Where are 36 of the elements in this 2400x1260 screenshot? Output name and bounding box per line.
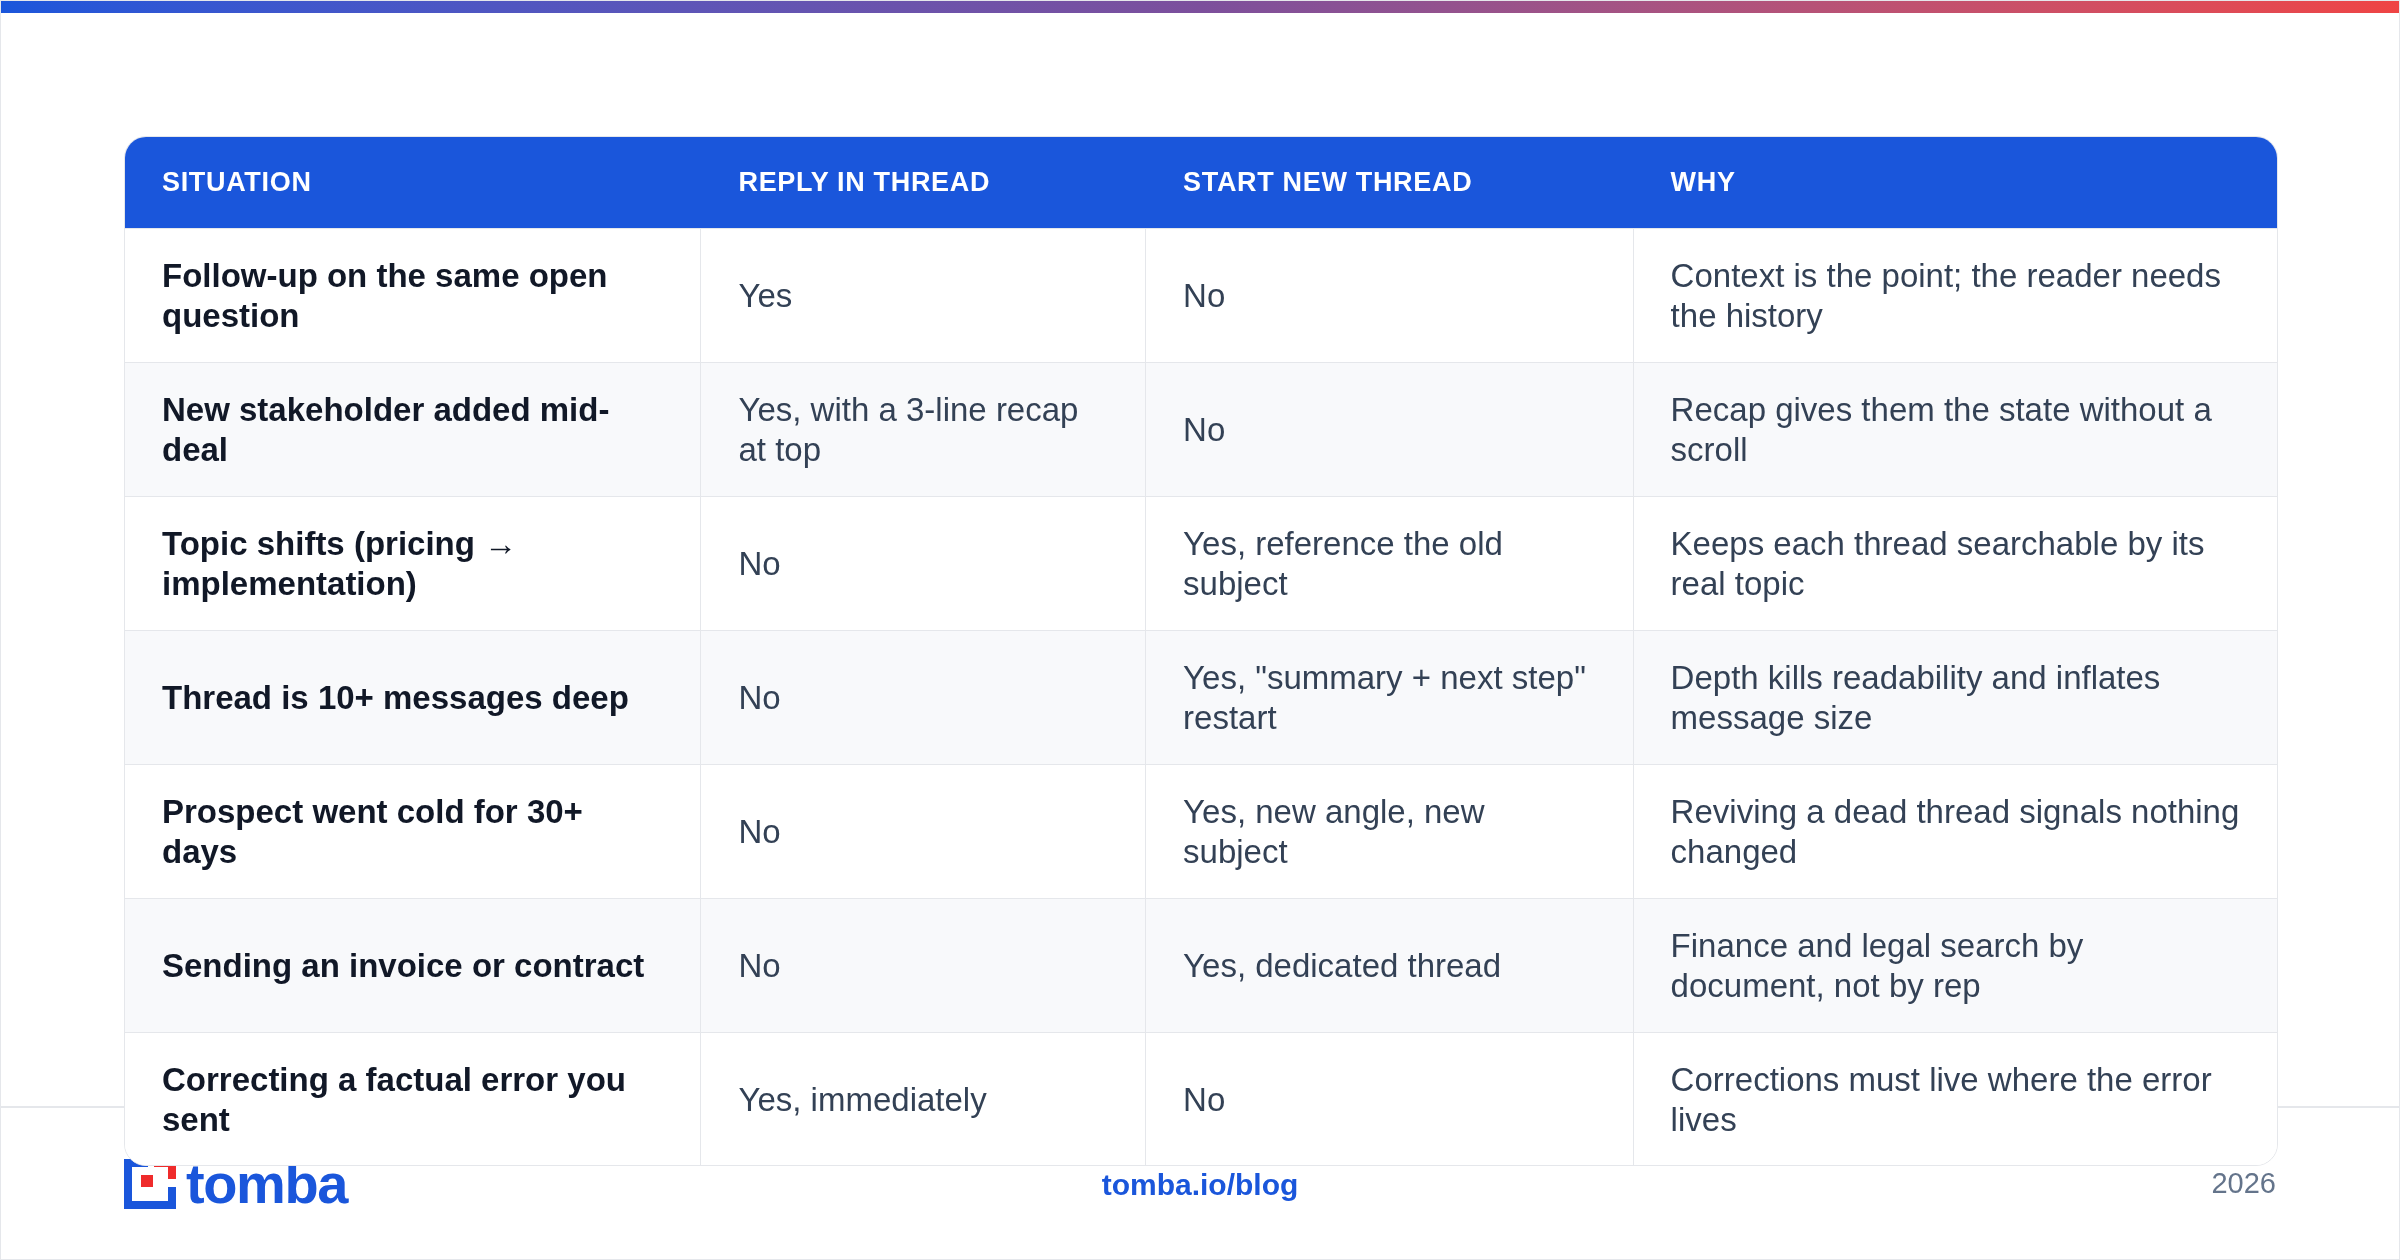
table-cell-text: Finance and legal search by document, not by rep: [1670, 925, 2085, 1006]
table-cell-text: Topic shifts (pricing → implementation): [162, 523, 519, 604]
table-cell: No: [738, 811, 781, 852]
table-cell: No: [738, 677, 781, 718]
table-cell-text: Depth kills readability and inflates message size: [1670, 657, 2162, 738]
column-header: SITUATION: [162, 167, 312, 198]
table-cell: Sending an invoice or contract: [162, 945, 645, 986]
table-cell-text: Follow-up on the same open question: [162, 255, 609, 336]
table-cell: Yes: [738, 275, 793, 316]
column-header: START NEW THREAD: [1183, 167, 1473, 198]
table-cell: Reviving a dead thread signals nothing changed: [1670, 791, 2240, 872]
column-header: WHY: [1670, 167, 1736, 198]
table-cell-text: Yes, reference the old subject: [1183, 523, 1504, 604]
table-cell-text: Corrections must live where the error lives: [1670, 1059, 2213, 1140]
table-cell: No: [1183, 275, 1226, 316]
table-cell: No: [1183, 409, 1226, 450]
table-cell: Yes, immediately: [738, 1079, 987, 1120]
table-cell-text: Yes, "summary + next step" restart: [1183, 657, 1587, 738]
year-text: 2026: [2211, 1166, 2276, 1202]
table-cell: Yes, dedicated thread: [1183, 945, 1502, 986]
table-cell-text: Prospect went cold for 30+ days: [162, 791, 584, 872]
table-cell-text: New stakeholder added mid-deal: [162, 389, 611, 470]
table-cell: No: [738, 945, 781, 986]
blog-link[interactable]: tomba.io/blog: [1101, 1161, 1299, 1207]
table-cell: Thread is 10+ messages deep: [162, 677, 629, 718]
table-cell: No: [738, 543, 781, 584]
logo-text: tomba: [186, 1156, 347, 1212]
table-cell-text: Yes, with a 3-line recap at top: [738, 389, 1080, 470]
table-cell: No: [1183, 1079, 1226, 1120]
table-cell-text: Recap gives them the state without a scroll: [1670, 389, 2213, 470]
column-header: REPLY IN THREAD: [738, 167, 991, 198]
table-cell-text: Yes, new angle, new subject: [1183, 791, 1486, 872]
table-cell-text: Keeps each thread searchable by its real topic: [1670, 523, 2206, 604]
logo-mark-icon: [124, 1159, 176, 1209]
table-cell-text: Context is the point; the reader needs the history: [1670, 255, 2222, 336]
table-cell-text: Correcting a factual error you sent: [162, 1059, 627, 1140]
